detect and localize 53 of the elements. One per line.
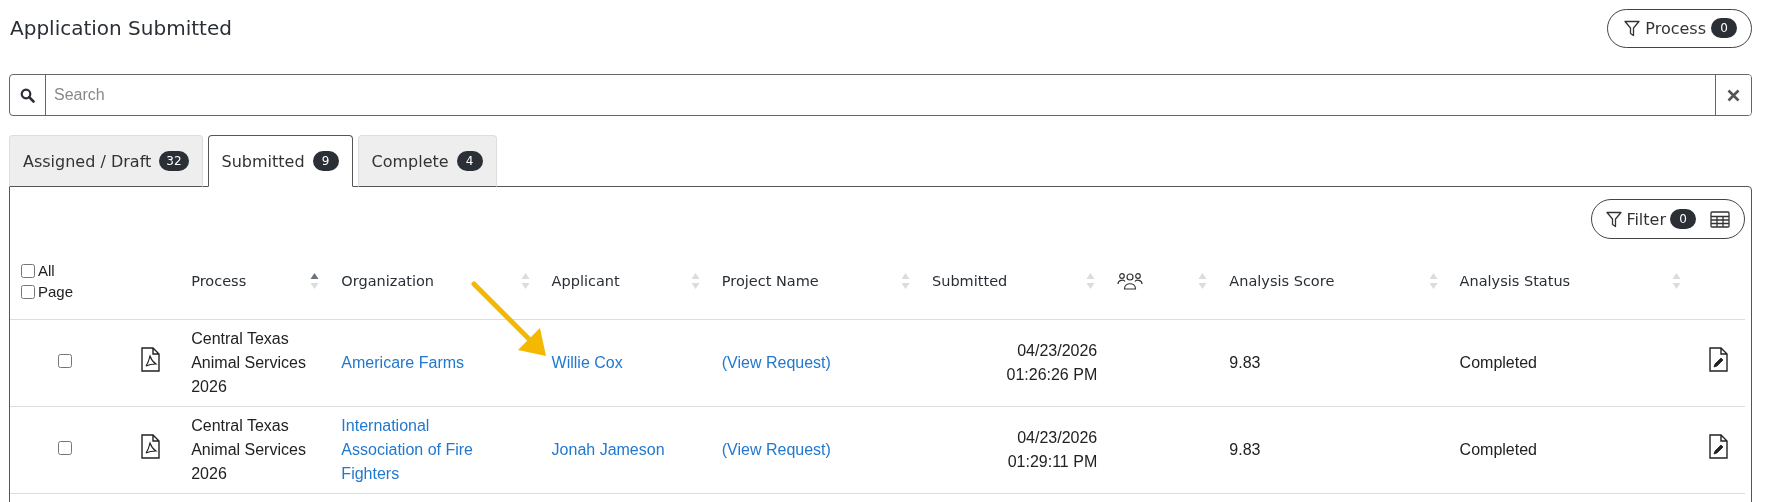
- grid-icon: [1710, 210, 1730, 228]
- tab[interactable]: Submitted 9: [207, 135, 353, 187]
- submitted-date: 04/23/2026: [1017, 428, 1098, 446]
- tab[interactable]: Complete 4: [357, 135, 497, 187]
- clear-search-button[interactable]: [1715, 75, 1751, 115]
- select-checkbox[interactable]: [21, 284, 35, 299]
- checkbox-label[interactable]: Page: [38, 283, 74, 301]
- filter-icon: [1624, 19, 1641, 37]
- count-badge: 32: [159, 151, 189, 171]
- count-badge: 4: [456, 151, 483, 171]
- pdf-file-icon[interactable]: [141, 433, 161, 459]
- sort-icon[interactable]: [310, 271, 320, 292]
- analysis-status: Completed: [1459, 440, 1537, 458]
- filter-icon: [1606, 210, 1623, 228]
- count-badge: 9: [312, 151, 339, 171]
- submitted-time: 01:29:11 PM: [1007, 452, 1098, 470]
- column-header[interactable]: Process: [191, 273, 247, 290]
- analysis-score: 9.83: [1229, 353, 1261, 371]
- applicant-link[interactable]: Willie Cox: [551, 353, 623, 371]
- search-icon: [20, 87, 35, 103]
- column-header[interactable]: Analysis Score: [1229, 273, 1335, 290]
- page-title: Application Submitted: [10, 16, 232, 40]
- close-icon: [1727, 88, 1740, 102]
- applicant-link[interactable]: Jonah Jameson: [551, 440, 665, 458]
- submitted-time: 01:26:26 PM: [1006, 365, 1098, 383]
- column-header[interactable]: Submitted: [932, 273, 1008, 290]
- column-header[interactable]: Organization: [341, 273, 435, 290]
- row-checkbox[interactable]: [58, 353, 73, 368]
- count-badge: 0: [1711, 18, 1737, 38]
- process-name: Central Texas Animal Services 2026: [191, 329, 306, 395]
- checkbox-label[interactable]: All: [38, 262, 55, 280]
- tab[interactable]: Assigned / Draft 32: [9, 135, 203, 187]
- count-badge: 0: [1670, 209, 1696, 229]
- view-request-link[interactable]: (View Request): [721, 353, 831, 371]
- select-checkbox[interactable]: [21, 263, 35, 278]
- analysis-score: 9.83: [1229, 440, 1261, 458]
- process-filter-button[interactable]: Process 0: [1607, 8, 1752, 48]
- process-name: Central Texas Animal Services 2026: [191, 416, 306, 482]
- pdf-file-icon[interactable]: [141, 346, 161, 372]
- column-header[interactable]: Project Name: [721, 273, 819, 290]
- edit-document-icon[interactable]: [1709, 346, 1729, 372]
- column-header[interactable]: Applicant: [551, 273, 620, 290]
- organization-link[interactable]: International Association of Fire Fighters: [341, 413, 502, 486]
- edit-document-icon[interactable]: [1709, 433, 1729, 459]
- view-request-link[interactable]: (View Request): [721, 440, 831, 458]
- analysis-status: Completed: [1459, 353, 1537, 371]
- submitted-date: 04/23/2026: [1017, 341, 1098, 359]
- column-header[interactable]: Analysis Status: [1459, 273, 1571, 290]
- organization-link[interactable]: Americare Farms: [341, 350, 502, 375]
- table-columns-button[interactable]: [1710, 210, 1730, 228]
- row-checkbox[interactable]: [58, 440, 73, 455]
- people-icon: [1117, 272, 1144, 291]
- filter-button[interactable]: Filter 0: [1606, 209, 1696, 229]
